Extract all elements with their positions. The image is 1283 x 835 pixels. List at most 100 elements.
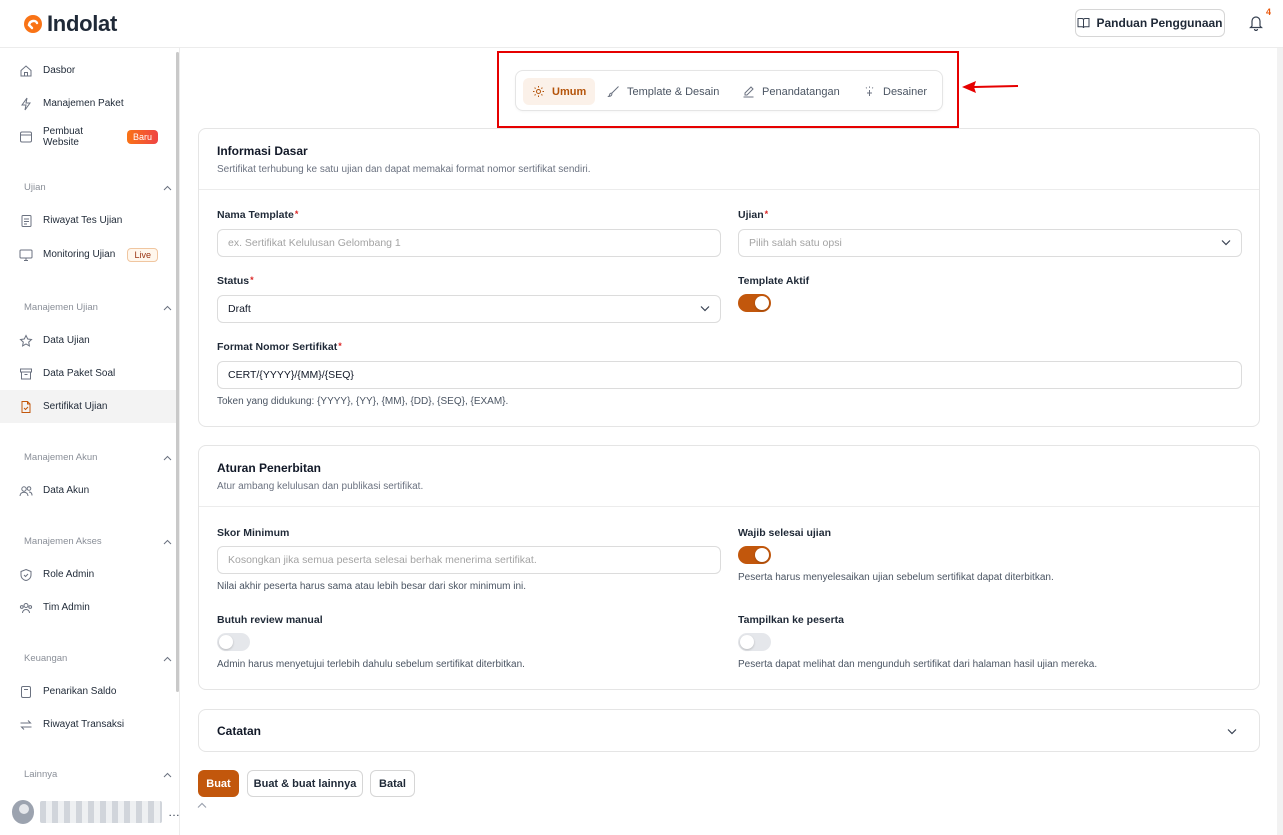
field-label: Template Aktif <box>738 275 810 287</box>
sidebar-item-label: Tim Admin <box>43 602 90 613</box>
divider <box>199 506 1259 507</box>
create-and-more-button[interactable]: Buat & buat lainnya <box>247 770 363 797</box>
team-icon <box>19 602 33 613</box>
sidebar-item-data-ujian[interactable]: Data Ujian <box>0 324 176 357</box>
sidebar-group-ujian[interactable]: Ujian <box>24 182 172 193</box>
shield-icon <box>20 568 32 581</box>
create-button[interactable]: Buat <box>198 770 239 797</box>
sidebar-group-lainnya[interactable]: Lainnya <box>24 769 172 780</box>
sidebar-item-label: Data Ujian <box>43 335 90 346</box>
help-text: Token yang didukung: {YYYY}, {YY}, {MM},… <box>217 396 509 407</box>
bolt-icon <box>21 97 31 110</box>
chevron-down-icon <box>1227 729 1237 735</box>
sidebar-group-label: Lainnya <box>24 769 58 780</box>
sidebar-item-pembuat-website[interactable]: Pembuat Website Baru <box>0 120 176 153</box>
sidebar-item-data-akun[interactable]: Data Akun <box>0 474 176 507</box>
field-label: Tampilkan ke peserta <box>738 614 845 626</box>
sidebar-item-penarikan-saldo[interactable]: Penarikan Saldo <box>0 675 176 708</box>
chevron-up-icon[interactable] <box>197 802 207 809</box>
sidebar-item-label: Pembuat Website <box>43 125 84 148</box>
chevron-up-icon <box>163 539 172 544</box>
min-score-input[interactable]: Kosongkan jika semua peserta selesai ber… <box>217 546 721 574</box>
guide-button-label: Panduan Penggunaan <box>1096 16 1223 30</box>
input-value: CERT/{YYYY}/{MM}/{SEQ} <box>228 369 354 381</box>
highlight-box <box>497 51 959 128</box>
home-icon <box>20 64 32 76</box>
notification-count: 4 <box>1266 7 1272 17</box>
help-text: Nilai akhir peserta harus sama atau lebi… <box>217 581 527 592</box>
chevron-down-icon <box>1221 240 1231 246</box>
sidebar-item-data-paket-soal[interactable]: Data Paket Soal <box>0 357 176 390</box>
avatar <box>12 799 35 824</box>
sidebar-group-label: Keuangan <box>24 653 68 664</box>
sidebar-group-label: Manajemen Ujian <box>24 302 98 313</box>
book-icon <box>1077 18 1090 29</box>
help-text: Admin harus menyetujui terlebih dahulu s… <box>217 659 525 670</box>
manual-review-toggle[interactable] <box>217 633 250 651</box>
sidebar: Dasbor Manajemen Paket Pembuat Website B… <box>0 48 180 835</box>
more-icon[interactable]: … <box>168 805 179 819</box>
info-card: Informasi Dasar Sertifikat terhubung ke … <box>198 128 1260 427</box>
bell-icon[interactable] <box>1248 14 1264 31</box>
chevron-down-icon <box>700 306 710 312</box>
card-description: Atur ambang kelulusan dan publikasi sert… <box>217 481 424 492</box>
sidebar-item-label: Role Admin <box>43 569 95 580</box>
card-title: Catatan <box>217 724 262 738</box>
sidebar-item-riwayat-transaksi[interactable]: Riwayat Transaksi <box>0 708 176 741</box>
sidebar-item-riwayat-tes-ujian[interactable]: Riwayat Tes Ujian <box>0 204 176 237</box>
template-name-input[interactable]: ex. Sertifikat Kelulusan Gelombang 1 <box>217 229 721 257</box>
sidebar-item-label: Riwayat Tes Ujian <box>43 215 123 226</box>
field-label: Format Nomor Sertifikat* <box>217 341 342 353</box>
field-label: Wajib selesai ujian <box>738 527 831 539</box>
sidebar-item-manajemen-paket[interactable]: Manajemen Paket <box>0 87 176 120</box>
cancel-button[interactable]: Batal <box>370 770 415 797</box>
field-label: Ujian* <box>738 209 769 221</box>
chevron-up-icon <box>163 772 172 777</box>
select-value: Draft <box>228 303 251 315</box>
chevron-up-icon <box>163 455 172 460</box>
users-icon <box>19 485 33 496</box>
divider <box>199 189 1259 190</box>
sidebar-item-label: Data Paket Soal <box>43 368 116 379</box>
sidebar-group-label: Manajemen Akun <box>24 452 98 463</box>
chevron-up-icon <box>163 656 172 661</box>
brand-logo[interactable]: Indolat <box>23 11 117 37</box>
card-title: Aturan Penerbitan <box>217 461 322 475</box>
notes-card[interactable]: Catatan <box>198 709 1260 752</box>
sidebar-item-label: Penarikan Saldo <box>43 686 117 697</box>
must-finish-toggle[interactable] <box>738 546 771 564</box>
field-label: Status* <box>217 275 254 287</box>
page-scrollbar[interactable] <box>1277 48 1283 835</box>
sidebar-user[interactable]: … <box>0 788 179 835</box>
sidebar-group-manajemen-ujian[interactable]: Manajemen Ujian <box>24 302 172 313</box>
sidebar-item-sertifikat-ujian[interactable]: Sertifikat Ujian <box>0 390 176 423</box>
archive-icon <box>20 368 32 379</box>
new-badge: Baru <box>126 129 158 144</box>
help-text: Peserta harus menyelesaikan ujian sebelu… <box>738 572 1054 583</box>
guide-button[interactable]: Panduan Penggunaan <box>1075 9 1225 37</box>
chevron-up-icon <box>163 305 172 310</box>
file-list-icon <box>21 214 32 227</box>
sidebar-group-label: Manajemen Akses <box>24 536 102 547</box>
help-text: Peserta dapat melihat dan mengunduh sert… <box>738 659 1098 670</box>
sidebar-group-manajemen-akses[interactable]: Manajemen Akses <box>24 536 172 547</box>
field-label: Butuh review manual <box>217 614 323 626</box>
sidebar-item-label: Riwayat Transaksi <box>43 719 125 730</box>
logo-icon <box>24 15 42 33</box>
status-select[interactable]: Draft <box>217 295 721 323</box>
sidebar-item-tim-admin[interactable]: Tim Admin <box>0 591 176 624</box>
sidebar-group-manajemen-akun[interactable]: Manajemen Akun <box>24 452 172 463</box>
sidebar-group-keuangan[interactable]: Keuangan <box>24 653 172 664</box>
exam-select[interactable]: Pilih salah satu opsi <box>738 229 1242 257</box>
transfer-icon <box>20 719 32 730</box>
template-active-toggle[interactable] <box>738 294 771 312</box>
sidebar-item-label: Dasbor <box>43 65 76 76</box>
sidebar-item-label: Sertifikat Ujian <box>43 401 108 412</box>
star-icon <box>19 333 33 347</box>
certificate-format-input[interactable]: CERT/{YYYY}/{MM}/{SEQ} <box>217 361 1242 389</box>
show-to-participant-toggle[interactable] <box>738 633 771 651</box>
sidebar-item-monitoring-ujian[interactable]: Monitoring Ujian Live <box>0 238 176 271</box>
sidebar-scrollbar[interactable] <box>176 52 179 692</box>
sidebar-item-role-admin[interactable]: Role Admin <box>0 558 176 591</box>
sidebar-item-dasbor[interactable]: Dasbor <box>0 54 176 87</box>
